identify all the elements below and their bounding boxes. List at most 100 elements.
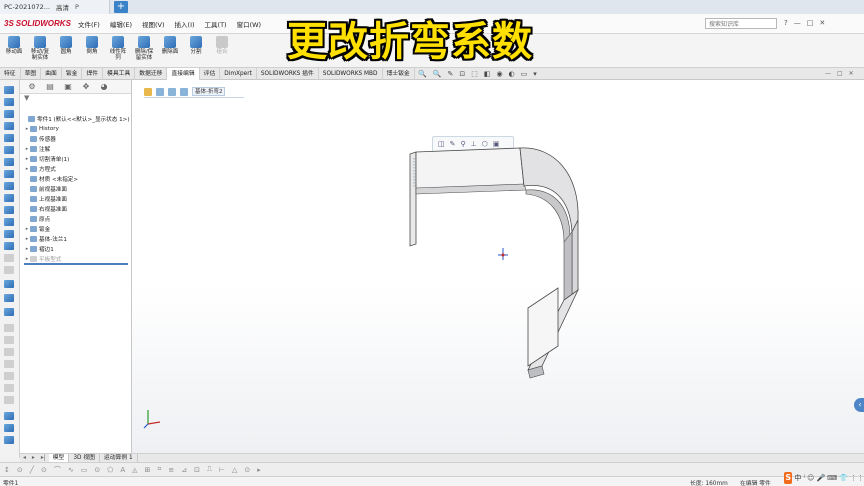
tool-icon[interactable]: [4, 336, 14, 344]
microphone-icon[interactable]: 🎤: [816, 474, 825, 482]
tool-icon[interactable]: [4, 348, 14, 356]
tree-item-cut-list[interactable]: ▸ 切割清单(1): [24, 154, 69, 164]
tree-item-material[interactable]: 材质 <未指定>: [24, 174, 78, 184]
tree-item-annotations[interactable]: ▸ 注解: [24, 144, 50, 154]
dimxpert-tab-icon[interactable]: ✥: [80, 82, 92, 92]
feature-breadcrumb-icon[interactable]: [180, 87, 188, 96]
feature-breadcrumb-icon[interactable]: [168, 87, 176, 96]
task-pane-toggle[interactable]: ‹: [854, 398, 864, 412]
scene-icon[interactable]: ▭: [521, 70, 528, 78]
tool-icon[interactable]: [4, 360, 14, 368]
sketch-tool-icon[interactable]: ⊙: [17, 466, 23, 474]
tab-surfaces[interactable]: 曲面: [41, 67, 62, 80]
emoji-icon[interactable]: ☺: [807, 474, 814, 482]
tab-features[interactable]: 特征: [0, 67, 21, 80]
tab-evaluate[interactable]: 评估: [200, 67, 221, 80]
tool-icon[interactable]: [4, 424, 14, 432]
help-icon[interactable]: ?: [784, 19, 788, 27]
sketch-tool-icon[interactable]: ⊿: [181, 466, 187, 474]
sketch-tool-icon[interactable]: ⊢: [219, 466, 225, 474]
doc-minimize-icon[interactable]: —: [825, 70, 831, 77]
hide-show-icon[interactable]: ◉: [496, 70, 502, 78]
filter-icon[interactable]: ▼: [20, 94, 131, 103]
tree-item-origin[interactable]: 原点: [24, 214, 50, 224]
sketch-tool-icon[interactable]: ▸: [257, 466, 261, 474]
feature-tree-tab-icon[interactable]: ⚙: [26, 82, 38, 92]
maximize-icon[interactable]: □: [807, 19, 814, 27]
text-icon[interactable]: A: [120, 466, 125, 474]
sheet-metal-model[interactable]: [402, 140, 592, 380]
menu-edit[interactable]: 编辑(E): [110, 19, 132, 29]
delete-face-button[interactable]: 删除面: [160, 34, 180, 67]
breadcrumb-feature[interactable]: 基体-折弯2: [192, 87, 226, 96]
tab-scroll-end-icon[interactable]: ▸|: [38, 455, 49, 461]
tree-item-sensors[interactable]: 传感器: [24, 134, 56, 144]
tool-icon[interactable]: [4, 170, 14, 178]
delete-keep-body-button[interactable]: 删除/保留实体: [134, 34, 154, 67]
sketch-tool-icon[interactable]: ⊡: [194, 466, 200, 474]
solidworks-logo[interactable]: 3S SOLIDWORKS: [0, 19, 72, 28]
combine-button[interactable]: 组合: [212, 34, 232, 67]
ime-language[interactable]: 中: [794, 473, 801, 483]
menu-tools[interactable]: 工具(T): [205, 19, 227, 29]
minimize-icon[interactable]: —: [794, 19, 801, 27]
tab-dimxpert[interactable]: DimXpert: [220, 67, 257, 80]
tool-icon[interactable]: [4, 182, 14, 190]
fillet-button[interactable]: 圆角: [56, 34, 76, 67]
keyboard-icon[interactable]: ⌨: [827, 474, 837, 482]
tree-item-top-plane[interactable]: 上视基准面: [24, 194, 67, 204]
configuration-tab-icon[interactable]: ▣: [62, 82, 74, 92]
tool-icon[interactable]: [4, 110, 14, 118]
tool-icon[interactable]: [4, 396, 14, 404]
tool-icon[interactable]: [4, 218, 14, 226]
tool-icon[interactable]: [4, 242, 14, 250]
tool-icon[interactable]: [4, 308, 14, 316]
section-view-icon[interactable]: ⊡: [459, 70, 465, 78]
tool-icon[interactable]: [4, 98, 14, 106]
polygon-icon[interactable]: ⬠: [107, 466, 113, 474]
linear-pattern-button[interactable]: 线性阵列: [108, 34, 128, 67]
display-manager-tab-icon[interactable]: ◕: [98, 82, 110, 92]
tab-data-migration[interactable]: 数据迁移: [135, 67, 168, 80]
tool-icon[interactable]: [4, 230, 14, 238]
previous-view-icon[interactable]: ✎: [447, 70, 453, 78]
tool-icon[interactable]: [4, 254, 14, 262]
sketch-tool-icon[interactable]: ↕: [4, 466, 10, 474]
sketch-tool-icon[interactable]: ⊙: [244, 466, 250, 474]
tool-icon[interactable]: [4, 266, 14, 274]
chamfer-button[interactable]: 倒角: [82, 34, 102, 67]
arc-icon[interactable]: ⌒: [54, 465, 61, 475]
skin-icon[interactable]: 👕: [839, 474, 848, 482]
tool-icon[interactable]: [4, 384, 14, 392]
tool-icon[interactable]: [4, 146, 14, 154]
view-settings-icon[interactable]: ▾: [533, 70, 537, 78]
menu-insert[interactable]: 插入(I): [175, 19, 195, 29]
sketch-tool-icon[interactable]: ⎍: [207, 465, 212, 474]
tree-item-hem[interactable]: ▸ 褶边1: [24, 244, 54, 254]
tool-icon[interactable]: [4, 158, 14, 166]
graphics-area[interactable]: 基体-折弯2 ◫ ✎ ⚲ ⊥ ⬡ ▣ 👤 ▾: [132, 80, 864, 453]
tree-item-sheet-metal[interactable]: ▸ 钣金: [24, 224, 50, 234]
tree-item-base-flange[interactable]: ▸ 基体-法兰1: [24, 234, 67, 244]
tab-mold-tools[interactable]: 模具工具: [103, 67, 136, 80]
tab-direct-editing[interactable]: 直接编辑: [167, 67, 200, 80]
split-button[interactable]: 分割: [186, 34, 206, 67]
tool-icon[interactable]: [4, 324, 14, 332]
part-breadcrumb-icon[interactable]: [144, 87, 152, 96]
tree-item-front-plane[interactable]: 前视基准面: [24, 184, 67, 194]
appearance-icon[interactable]: ◐: [509, 70, 515, 78]
menu-file[interactable]: 文件(F): [78, 19, 100, 29]
sketch-tool-icon[interactable]: ◬: [132, 466, 137, 474]
menu-view[interactable]: 视图(V): [142, 19, 165, 29]
tool-icon[interactable]: [4, 194, 14, 202]
move-face-button[interactable]: 移动面: [4, 34, 24, 67]
tab-sheet-metal[interactable]: 钣金: [62, 67, 83, 80]
tree-item-equations[interactable]: ▸ 方程式: [24, 164, 56, 174]
feature-breadcrumb-icon[interactable]: [156, 87, 164, 96]
property-manager-tab-icon[interactable]: ▤: [44, 82, 56, 92]
tool-icon[interactable]: [4, 86, 14, 94]
rollback-bar[interactable]: [24, 263, 128, 265]
ellipse-icon[interactable]: ⊙: [94, 466, 100, 474]
doc-restore-icon[interactable]: □: [837, 70, 843, 77]
tool-icon[interactable]: [4, 206, 14, 214]
